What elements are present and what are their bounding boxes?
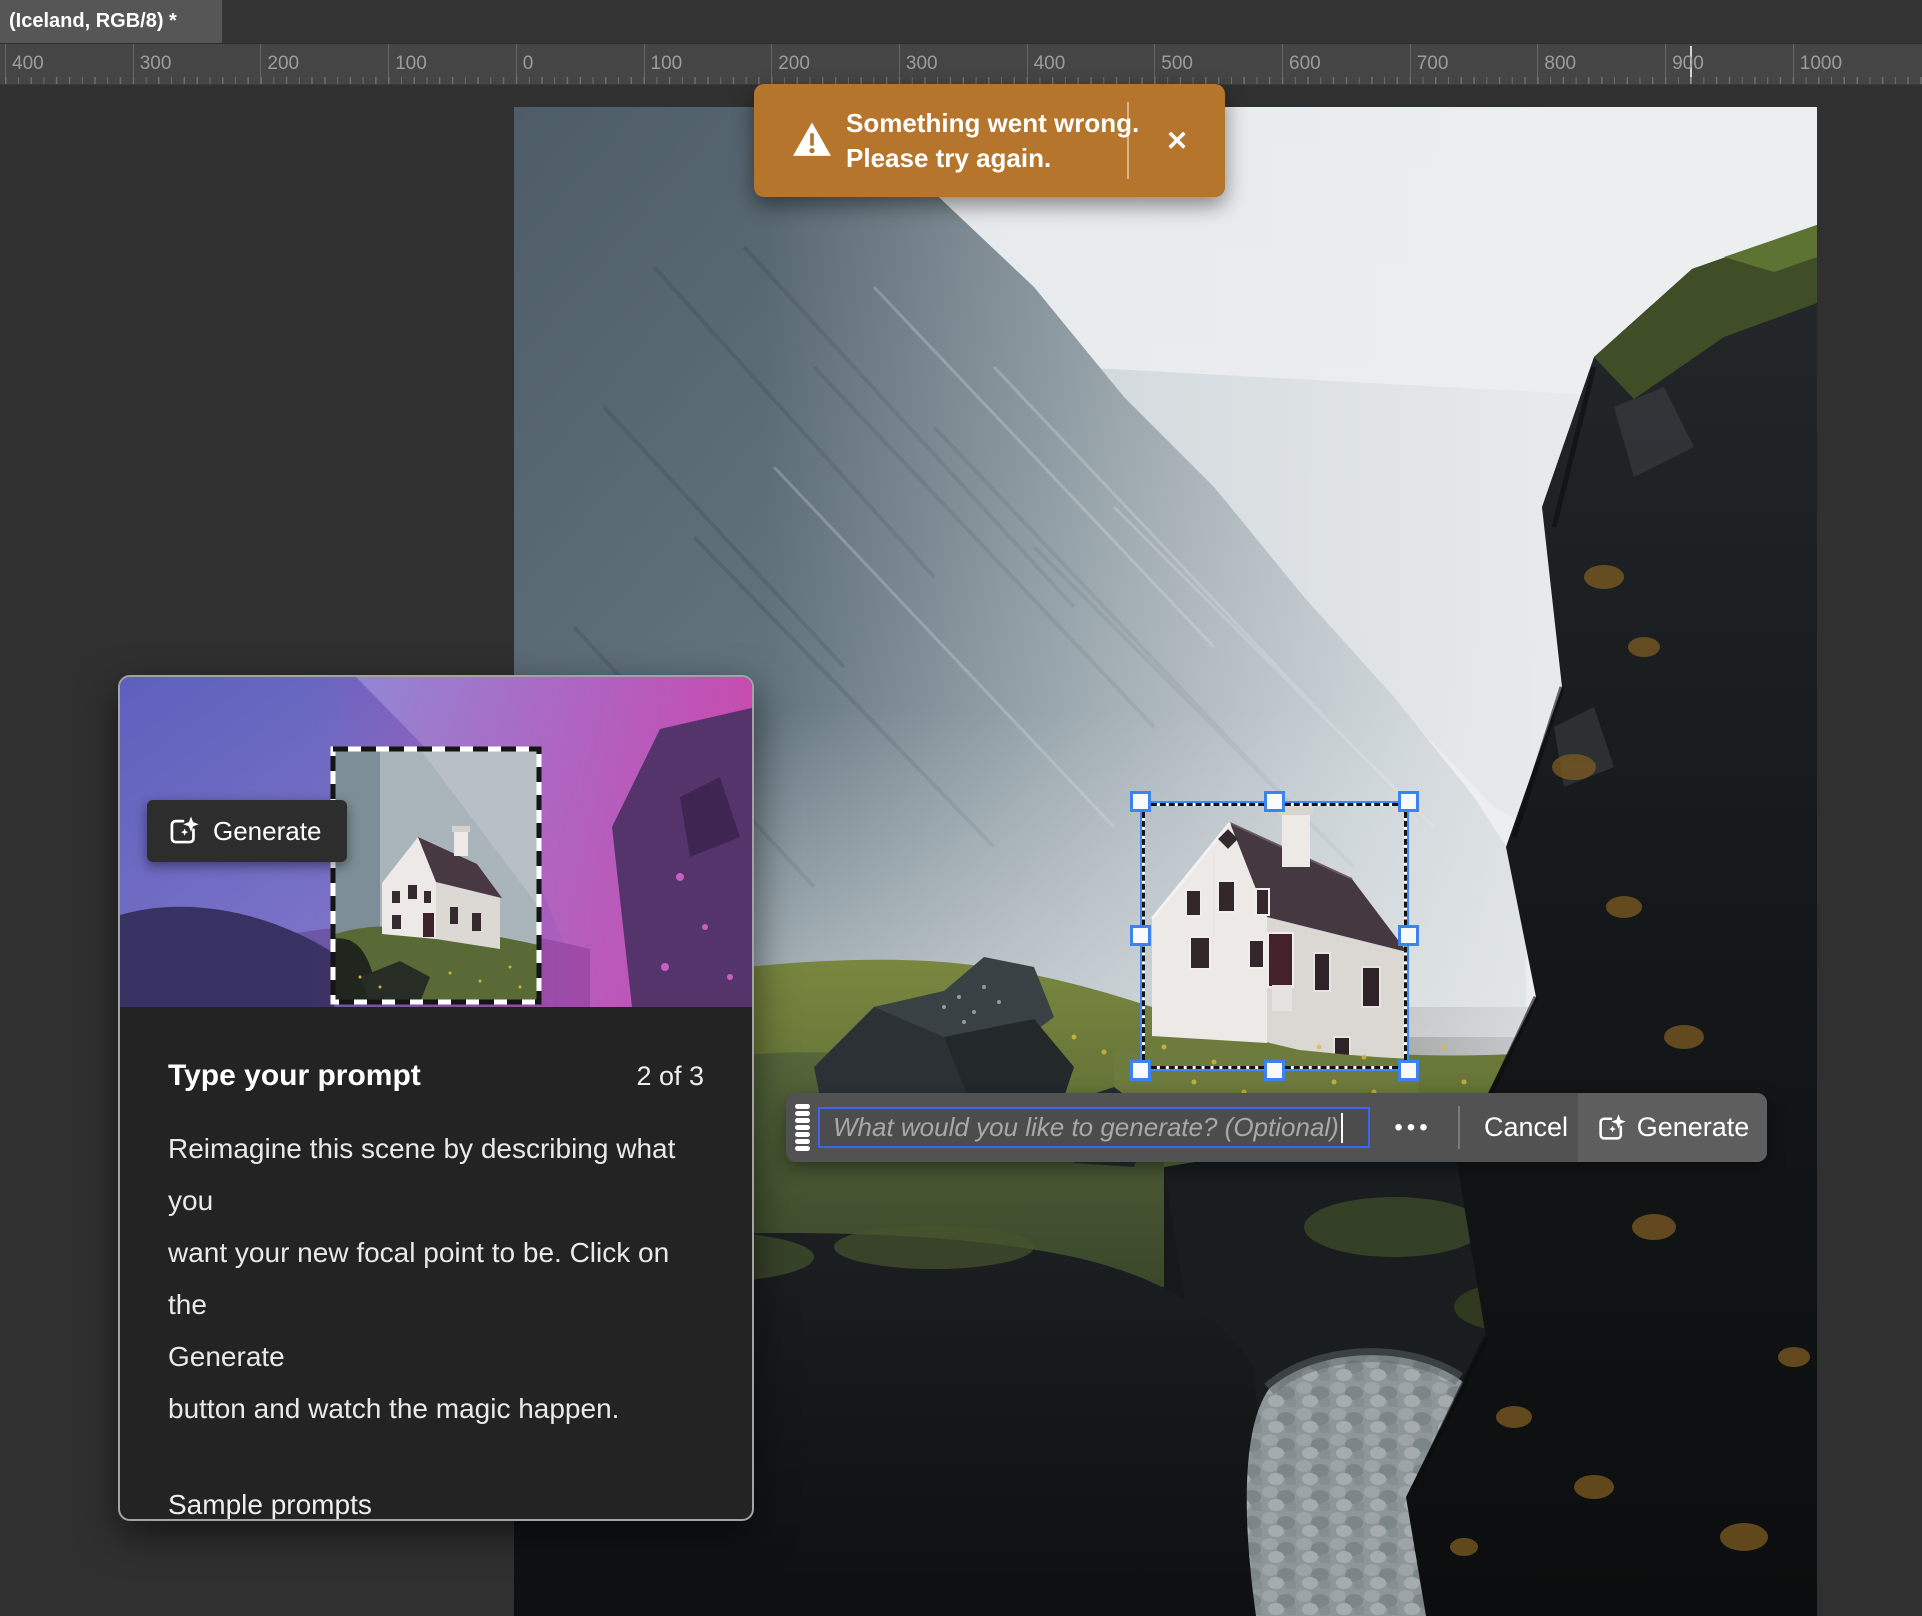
selection-handle[interactable] xyxy=(1264,791,1285,812)
selection-handle[interactable] xyxy=(1130,925,1151,946)
toast-message-line2: Please try again. xyxy=(846,141,1139,176)
ruler-label: 200 xyxy=(778,53,810,75)
ruler-label: 0 xyxy=(523,53,534,75)
tutorial-popup: Generate Type your prompt 2 of 3 Reimagi… xyxy=(118,675,754,1521)
photoshop-window: (Iceland, RGB/8) * 400300200100010020030… xyxy=(0,0,1922,1616)
prompt-placeholder: What would you like to generate? (Option… xyxy=(833,1112,1339,1143)
drag-handle-dash xyxy=(795,1139,810,1144)
contextual-taskbar: What would you like to generate? (Option… xyxy=(786,1093,1767,1162)
tutorial-title: Type your prompt xyxy=(168,1059,421,1093)
selection-marching-ants-dashes xyxy=(1142,803,1407,1069)
ruler-major-tick xyxy=(899,44,900,85)
more-options-button[interactable]: ••• xyxy=(1378,1093,1448,1162)
drag-handle-dash xyxy=(795,1118,810,1123)
tutorial-description-line: want your new focal point to be. Click o… xyxy=(168,1227,704,1331)
tutorial-description-line: Reimagine this scene by describing what … xyxy=(168,1123,704,1227)
ruler-label: 600 xyxy=(1289,53,1321,75)
tutorial-generate-chip: Generate xyxy=(147,800,347,862)
generate-button[interactable]: Generate xyxy=(1578,1093,1767,1162)
generate-button-label: Generate xyxy=(1637,1112,1750,1143)
ruler-label: 300 xyxy=(906,53,938,75)
toast-close-button[interactable]: ✕ xyxy=(1154,118,1200,164)
ruler-label: 300 xyxy=(140,53,172,75)
selection-handle[interactable] xyxy=(1130,1060,1151,1081)
drag-handle-dash xyxy=(795,1132,810,1137)
tutorial-step-counter: 2 of 3 xyxy=(636,1061,704,1092)
tutorial-description-line: Generate xyxy=(168,1331,704,1383)
horizontal-ruler[interactable]: 4003002001000100200300400500600700800900… xyxy=(0,43,1922,85)
warning-icon xyxy=(792,121,832,158)
ruler-major-tick xyxy=(388,44,389,85)
drag-handle-dash xyxy=(795,1111,810,1116)
ruler-major-tick xyxy=(1410,44,1411,85)
ruler-major-tick xyxy=(771,44,772,85)
generate-sparkle-icon xyxy=(1596,1113,1626,1143)
drag-handle-dash xyxy=(795,1104,810,1109)
ruler-label: 400 xyxy=(1034,53,1066,75)
generate-sparkle-icon xyxy=(167,815,199,847)
ruler-label: 100 xyxy=(651,53,683,75)
selection-handle[interactable] xyxy=(1398,925,1419,946)
ruler-label: 100 xyxy=(395,53,427,75)
selection-handle[interactable] xyxy=(1398,791,1419,812)
ruler-major-tick xyxy=(260,44,261,85)
ruler-major-tick xyxy=(1282,44,1283,85)
selection-handle[interactable] xyxy=(1130,791,1151,812)
toast-message-line1: Something went wrong. xyxy=(846,106,1139,141)
document-tab[interactable]: (Iceland, RGB/8) * xyxy=(0,0,222,43)
drag-handle-dash xyxy=(795,1146,810,1151)
ruler-major-tick xyxy=(1154,44,1155,85)
selection-bounding-box[interactable] xyxy=(1142,803,1407,1069)
drag-handle-dash xyxy=(795,1125,810,1130)
prompt-input[interactable]: What would you like to generate? (Option… xyxy=(818,1107,1370,1148)
ruler-major-tick xyxy=(644,44,645,85)
ruler-major-tick xyxy=(516,44,517,85)
ruler-label: 500 xyxy=(1161,53,1193,75)
ruler-label: 800 xyxy=(1544,53,1576,75)
ruler-major-tick xyxy=(1793,44,1794,85)
tutorial-generate-chip-label: Generate xyxy=(213,816,321,847)
tutorial-illustration: Generate xyxy=(120,677,752,1007)
ruler-label: 200 xyxy=(267,53,299,75)
tutorial-description: Reimagine this scene by describing what … xyxy=(168,1123,704,1435)
tab-strip: (Iceland, RGB/8) * xyxy=(0,0,1922,43)
error-toast: Something went wrong. Please try again. … xyxy=(754,84,1225,197)
ruler-major-tick xyxy=(133,44,134,85)
sample-prompts-heading: Sample prompts xyxy=(168,1489,704,1521)
ruler-label: 900 xyxy=(1672,53,1704,75)
tutorial-body: Type your prompt 2 of 3 Reimagine this s… xyxy=(120,1007,752,1521)
ruler-major-tick xyxy=(5,44,6,85)
ruler-major-tick xyxy=(1027,44,1028,85)
ruler-major-tick xyxy=(1665,44,1666,85)
toast-divider xyxy=(1127,102,1129,179)
taskbar-drag-handle[interactable] xyxy=(793,1104,811,1151)
selection-handle[interactable] xyxy=(1398,1060,1419,1081)
selection-handle[interactable] xyxy=(1264,1060,1285,1081)
tutorial-description-line: button and watch the magic happen. xyxy=(168,1383,704,1435)
ruler-label: 1000 xyxy=(1800,53,1842,75)
ruler-major-tick xyxy=(1537,44,1538,85)
ruler-label: 400 xyxy=(12,53,44,75)
taskbar-divider xyxy=(1458,1106,1460,1149)
text-caret xyxy=(1341,1113,1343,1143)
cancel-button[interactable]: Cancel xyxy=(1480,1093,1572,1162)
ruler-label: 700 xyxy=(1417,53,1449,75)
